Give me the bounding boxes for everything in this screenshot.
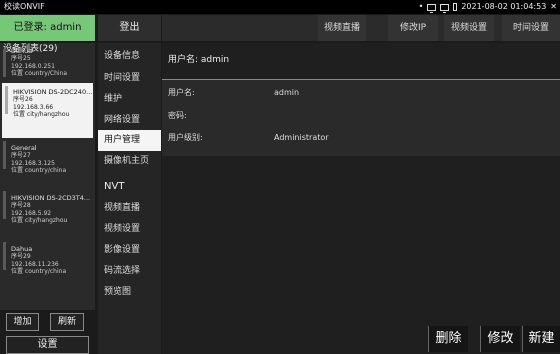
user-level-label: 用户级别: <box>168 133 203 142</box>
tab-time-settings[interactable]: 时间设置 <box>502 15 560 41</box>
refresh-button[interactable]: 刷新 <box>50 313 84 331</box>
item-marker <box>3 49 6 77</box>
close-icon[interactable]: ✕ <box>550 0 557 14</box>
login-status: 已登录: admin <box>0 15 95 41</box>
delete-button[interactable]: 删除 <box>428 326 468 352</box>
menu-item-nvt-video[interactable]: 视频设置 <box>98 219 161 240</box>
app-window: 校读ONVIF • 2021-08-02 01:04:53 ✕ 已登录: adm… <box>0 0 560 354</box>
menu-item-device-info[interactable]: 设备信息 <box>98 46 161 67</box>
device-location: 位置 city/hangzhou <box>11 216 68 224</box>
screen-icon <box>440 3 450 13</box>
user-detail-form: 用户名: admin 密码: 用户级别: Administrator <box>162 79 560 156</box>
menu-item-nvt-stream[interactable]: 码流选择 <box>98 261 161 282</box>
item-marker <box>3 141 6 169</box>
user-level-value: Administrator <box>274 133 329 142</box>
device-serial: 序号25 <box>11 55 31 63</box>
title-bar: 校读ONVIF • 2021-08-02 01:04:53 ✕ <box>0 0 560 14</box>
menu-item-nvt-image[interactable]: 影像设置 <box>98 240 161 261</box>
device-serial: 序号27 <box>11 152 31 160</box>
modify-button[interactable]: 修改 <box>480 326 520 352</box>
list-item[interactable]: Dahua 序号25 192.168.0.251 位置 country/Chin… <box>0 46 95 83</box>
list-item[interactable]: Dahua 序号29 192.168.11.236 位置 country/chi… <box>0 239 95 290</box>
device-list[interactable]: 设备列表(29) Dahua 序号25 192.168.0.251 位置 cou… <box>0 43 95 310</box>
item-marker <box>3 191 6 219</box>
list-item-selected[interactable]: HIKVISION DS-2DC240... 序号26 192.168.3.66… <box>2 83 93 138</box>
menu-item-nvt-preview[interactable]: 预览图 <box>98 282 161 303</box>
tab-live-video[interactable]: 视频直播 <box>318 15 366 41</box>
password-label: 密码: <box>168 111 187 120</box>
monitor-icon <box>427 3 437 13</box>
user-list-item[interactable]: 用户名: admin <box>162 50 560 70</box>
device-serial: 序号29 <box>11 253 31 261</box>
menu-item-time-settings[interactable]: 时间设置 <box>98 68 161 89</box>
menu-item-camera-home[interactable]: 摄像机主页 <box>98 151 161 172</box>
settings-button[interactable]: 设置 <box>6 336 89 354</box>
device-ip: 192.168.3.125 <box>11 159 55 167</box>
add-button[interactable]: 增加 <box>6 313 39 331</box>
menu-item-maintenance[interactable]: 维护 <box>98 89 161 110</box>
device-location: 位置 country/china <box>11 166 67 174</box>
battery-icon <box>453 3 458 11</box>
device-ip: 192.168.0.251 <box>11 62 55 70</box>
device-ip: 192.168.5.92 <box>11 209 52 217</box>
username-value: admin <box>274 88 300 97</box>
list-item[interactable]: HIKVISION DS-2CD3T4... 序号28 192.168.5.92… <box>0 188 95 239</box>
device-ip: 192.168.3.66 <box>13 103 54 111</box>
menu-section-nvt: NVT <box>104 181 125 192</box>
app-title: 校读ONVIF <box>4 2 45 11</box>
menu-item-nvt-live[interactable]: 视频直播 <box>98 198 161 219</box>
datetime: 2021-08-02 01:04:53 <box>461 2 547 11</box>
new-button[interactable]: 新建 <box>522 326 560 352</box>
menu-item-network-settings[interactable]: 网络设置 <box>98 110 161 131</box>
device-location: 位置 country/china <box>11 267 67 275</box>
status-dot: • <box>418 2 424 11</box>
device-location: 位置 city/hangzhou <box>13 110 70 118</box>
settings-menu: 设备信息 时间设置 维护 网络设置 用户管理 摄像机主页 NVT 视频直播 视频… <box>98 43 161 354</box>
username-label: 用户名: <box>168 88 195 97</box>
logout-button[interactable]: 登出 <box>98 15 161 41</box>
menu-item-user-management[interactable]: 用户管理 <box>98 130 161 151</box>
device-serial: 序号26 <box>13 96 33 104</box>
device-serial: 序号28 <box>11 202 31 210</box>
tab-video-settings[interactable]: 视频设置 <box>444 15 494 41</box>
tab-modify-ip[interactable]: 修改IP <box>388 15 438 41</box>
device-ip: 192.168.11.236 <box>11 260 59 268</box>
item-marker <box>3 242 6 270</box>
item-marker <box>5 86 8 114</box>
device-location: 位置 country/China <box>11 69 68 77</box>
list-item[interactable]: General 序号27 192.168.3.125 位置 country/ch… <box>0 138 95 188</box>
